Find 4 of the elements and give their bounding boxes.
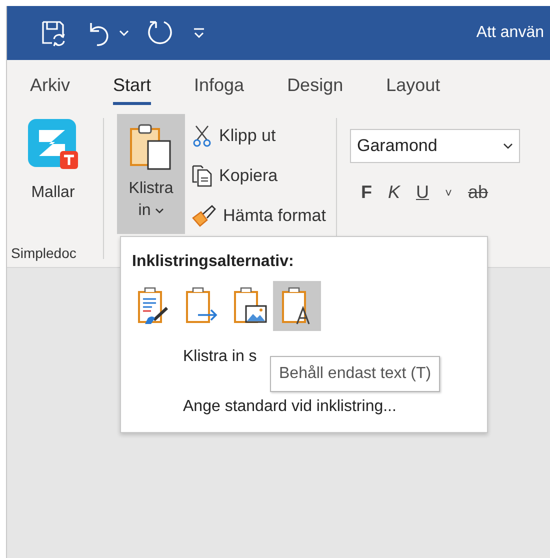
menu-heading: Inklistringsalternativ: [132,253,295,271]
tooltip: Behåll endast text (T) [270,356,440,392]
group-label: Simpledoc [11,245,76,261]
window-title: Att använ [476,24,544,42]
